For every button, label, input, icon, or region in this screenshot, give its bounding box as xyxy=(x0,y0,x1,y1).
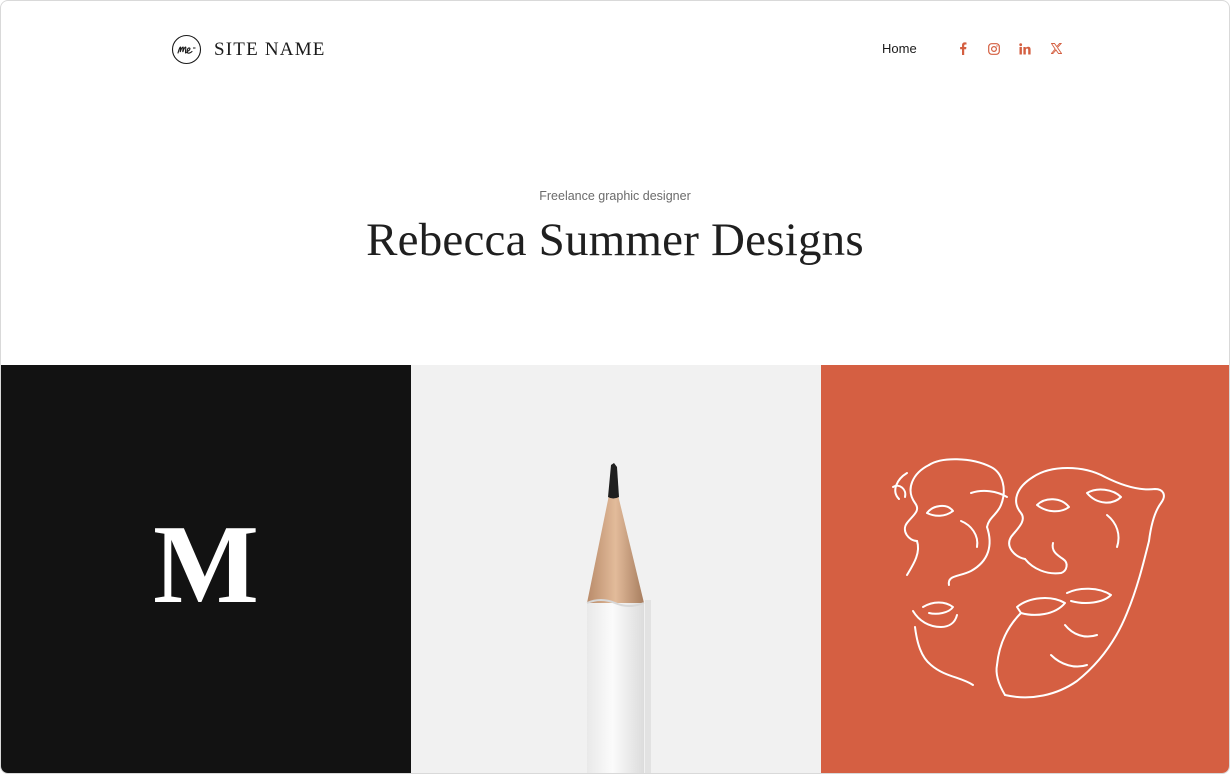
me-monogram-icon xyxy=(171,34,202,65)
facebook-icon[interactable] xyxy=(956,41,970,56)
page-frame: SITE NAME Home Freelance graphic designe… xyxy=(0,0,1230,774)
site-name: SITE NAME xyxy=(214,38,326,60)
line-face-illustration xyxy=(892,458,1165,699)
portfolio-tiles: M xyxy=(1,365,1229,773)
instagram-icon[interactable] xyxy=(987,41,1001,56)
linkedin-icon[interactable] xyxy=(1018,41,1032,56)
site-logo[interactable]: SITE NAME xyxy=(171,34,326,65)
pencil-image xyxy=(411,365,821,773)
nav-home-link[interactable]: Home xyxy=(882,41,917,56)
monogram-tile[interactable]: M xyxy=(1,365,411,773)
hero-title: Rebecca Summer Designs xyxy=(366,214,864,266)
pencil-tile[interactable] xyxy=(411,365,821,773)
hero-subtitle: Freelance graphic designer xyxy=(539,189,691,203)
social-links xyxy=(956,41,1063,56)
site-header: SITE NAME Home xyxy=(1,1,1229,101)
line-face-tile[interactable] xyxy=(821,365,1229,773)
monogram-letter: M xyxy=(153,503,259,627)
x-icon[interactable] xyxy=(1049,41,1063,56)
